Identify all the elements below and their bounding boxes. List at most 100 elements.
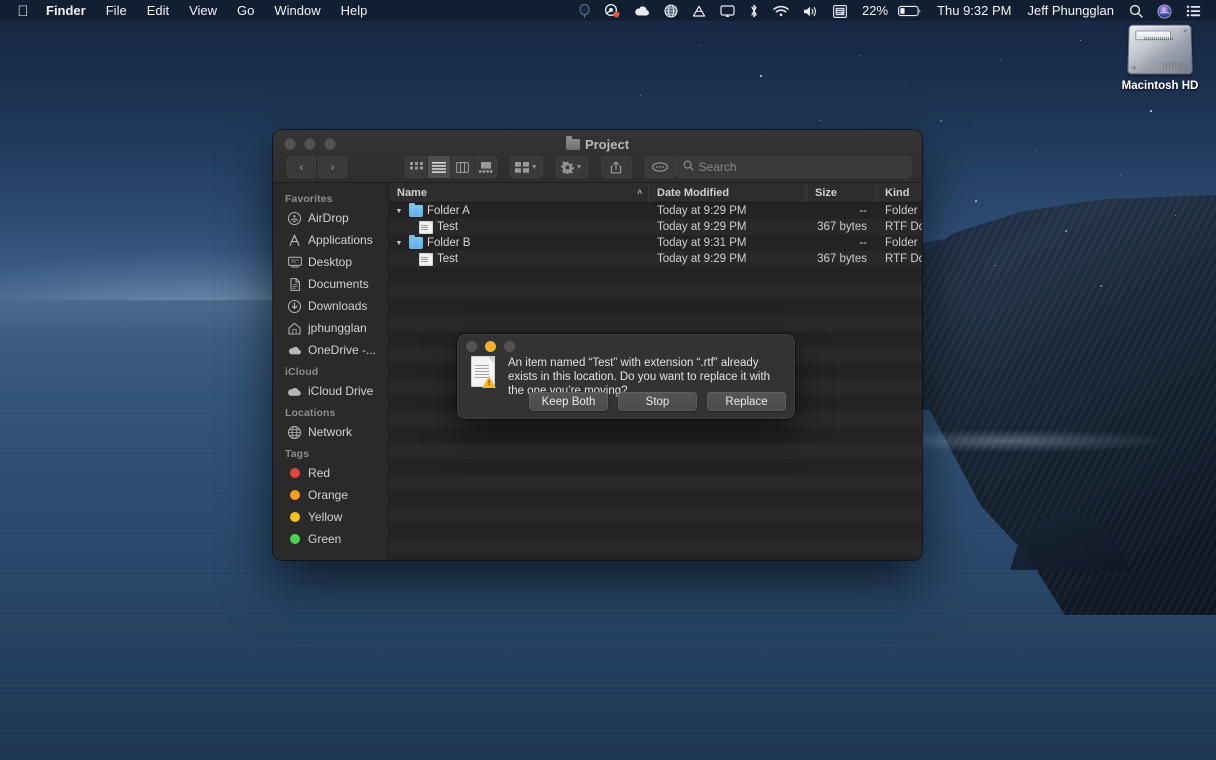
- menu-item-view[interactable]: View: [179, 0, 227, 22]
- column-header-date-modified[interactable]: Date Modified: [649, 183, 807, 202]
- tags-button[interactable]: [644, 156, 676, 178]
- menu-item-file[interactable]: File: [96, 0, 137, 22]
- gallery-view-button[interactable]: [475, 156, 497, 178]
- sidebar-item-home[interactable]: jphungglan: [273, 317, 388, 339]
- star: [1150, 110, 1152, 112]
- action-gear-button[interactable]: ▼: [555, 156, 588, 178]
- airplay-display-icon[interactable]: [713, 0, 742, 22]
- clock-label[interactable]: Thu 9:32 PM: [929, 0, 1019, 22]
- cloud-icon: [287, 343, 302, 358]
- stop-button[interactable]: Stop: [618, 392, 697, 411]
- column-header-size[interactable]: Size: [807, 183, 877, 202]
- table-row[interactable]: Test Today at 9:29 PM 367 bytes RTF Doc: [389, 219, 922, 235]
- onedrive-cloud-icon[interactable]: [627, 0, 657, 22]
- user-name-label[interactable]: Jeff Phungglan: [1020, 0, 1123, 22]
- cell-name: Test: [389, 220, 649, 234]
- replace-button[interactable]: Replace: [707, 392, 786, 411]
- replace-file-dialog[interactable]: An item named “Test” with extension “.rt…: [457, 334, 795, 419]
- dialog-zoom-button[interactable]: [504, 341, 515, 352]
- sidebar-item-documents[interactable]: Documents: [273, 273, 388, 295]
- column-headers: Name ˄ Date Modified Size Kind: [389, 183, 922, 203]
- tag-dot-icon: [287, 510, 302, 525]
- bluetooth-icon[interactable]: [742, 0, 766, 22]
- menu-item-go[interactable]: Go: [227, 0, 264, 22]
- menu-item-edit[interactable]: Edit: [137, 0, 179, 22]
- sidebar-item-network[interactable]: Network: [273, 421, 388, 443]
- sidebar-item-label: Red: [308, 466, 331, 480]
- steam-icon[interactable]: [597, 0, 627, 22]
- group-by-button[interactable]: ▼: [509, 156, 543, 178]
- balloon-icon[interactable]: [572, 0, 597, 22]
- siri-icon[interactable]: [1150, 0, 1179, 22]
- finder-titlebar[interactable]: Project ‹ › ▼ ▼ Search: [273, 130, 922, 183]
- sidebar-item-icloud-drive[interactable]: iCloud Drive: [273, 380, 388, 402]
- desktop-icon-macintosh-hd[interactable]: Macintosh HD: [1108, 24, 1212, 93]
- menu-item-help[interactable]: Help: [331, 0, 378, 22]
- cell-date-modified: Today at 9:29 PM: [657, 253, 747, 265]
- cell-size: 367 bytes: [817, 221, 867, 233]
- sidebar-item-desktop[interactable]: Desktop: [273, 251, 388, 273]
- hard-drive-slot: [1144, 37, 1174, 41]
- sidebar-item-onedrive[interactable]: OneDrive -...: [273, 339, 388, 361]
- share-button[interactable]: [600, 156, 632, 178]
- column-header-name[interactable]: Name ˄: [389, 183, 649, 202]
- input-menu-icon[interactable]: [826, 0, 854, 22]
- volume-icon[interactable]: [796, 0, 826, 22]
- folder-icon: [565, 136, 580, 150]
- sidebar-item-airdrop[interactable]: AirDrop: [273, 207, 388, 229]
- wifi-icon[interactable]: [766, 0, 796, 22]
- cell-date-modified: Today at 9:31 PM: [657, 237, 747, 249]
- dialog-buttons: Keep Both Stop Replace: [529, 392, 786, 411]
- search-field[interactable]: Search: [675, 156, 913, 178]
- tag-dot-icon: [287, 532, 302, 547]
- sidebar-heading-tags: Tags: [285, 448, 310, 460]
- list-view-button[interactable]: [428, 156, 452, 178]
- sidebar-item-downloads[interactable]: Downloads: [273, 295, 388, 317]
- table-row[interactable]: ▼ Folder B Today at 9:31 PM -- Folder: [389, 234, 922, 251]
- sidebar-item-label: Orange: [308, 488, 349, 502]
- table-row-empty: [389, 475, 922, 491]
- disclosure-triangle-icon[interactable]: ▼: [393, 208, 405, 215]
- window-title: Project: [584, 136, 630, 152]
- file-name-label: Folder A: [427, 205, 470, 217]
- dialog-minimize-button[interactable]: [485, 341, 496, 352]
- sidebar-item-tag-red[interactable]: Red: [273, 462, 388, 484]
- battery-icon[interactable]: [891, 0, 929, 22]
- table-row-empty: [389, 427, 922, 443]
- desktop-icon: [287, 255, 302, 270]
- column-view-button[interactable]: [451, 156, 475, 178]
- document-icon: [419, 220, 433, 234]
- folder-icon: [409, 234, 423, 249]
- table-row-empty: [389, 443, 922, 459]
- cell-kind: RTF Doc: [885, 253, 922, 265]
- sidebar-item-label: Yellow: [308, 510, 343, 524]
- disclosure-triangle-icon[interactable]: ▼: [393, 240, 405, 247]
- icon-view-button[interactable]: [405, 156, 429, 178]
- sidebar-item-label: Applications: [308, 233, 373, 247]
- dialog-traffic-lights: [466, 341, 515, 352]
- control-center-icon[interactable]: [1179, 0, 1208, 22]
- menu-item-finder[interactable]: Finder: [36, 0, 96, 22]
- table-row-empty: [389, 523, 922, 539]
- finder-sidebar: Favorites AirDrop Applications Desktop D…: [273, 183, 389, 560]
- sidebar-item-tag-green[interactable]: Green: [273, 528, 388, 550]
- column-header-kind[interactable]: Kind: [877, 183, 922, 202]
- battery-percent-label: 22%: [862, 3, 889, 18]
- search-icon[interactable]: [1122, 0, 1150, 22]
- back-button[interactable]: ‹: [287, 156, 316, 178]
- globe-icon[interactable]: [657, 0, 685, 22]
- keep-both-button[interactable]: Keep Both: [529, 392, 608, 411]
- table-row-empty: [389, 539, 922, 555]
- forward-button[interactable]: ›: [318, 156, 347, 178]
- sidebar-item-tag-yellow[interactable]: Yellow: [273, 506, 388, 528]
- google-drive-icon[interactable]: [685, 0, 713, 22]
- hard-drive-label-strip: [1135, 30, 1174, 41]
- table-row[interactable]: ▼ Folder A Today at 9:29 PM -- Folder: [389, 203, 922, 219]
- menu-item-window[interactable]: Window: [264, 0, 330, 22]
- dialog-close-button[interactable]: [466, 341, 477, 352]
- apple-logo-icon[interactable]: : [10, 0, 36, 22]
- sidebar-item-tag-orange[interactable]: Orange: [273, 484, 388, 506]
- table-row[interactable]: Test Today at 9:29 PM 367 bytes RTF Doc: [389, 251, 922, 267]
- sidebar-item-label: Documents: [308, 277, 369, 291]
- sidebar-item-applications[interactable]: Applications: [273, 229, 388, 251]
